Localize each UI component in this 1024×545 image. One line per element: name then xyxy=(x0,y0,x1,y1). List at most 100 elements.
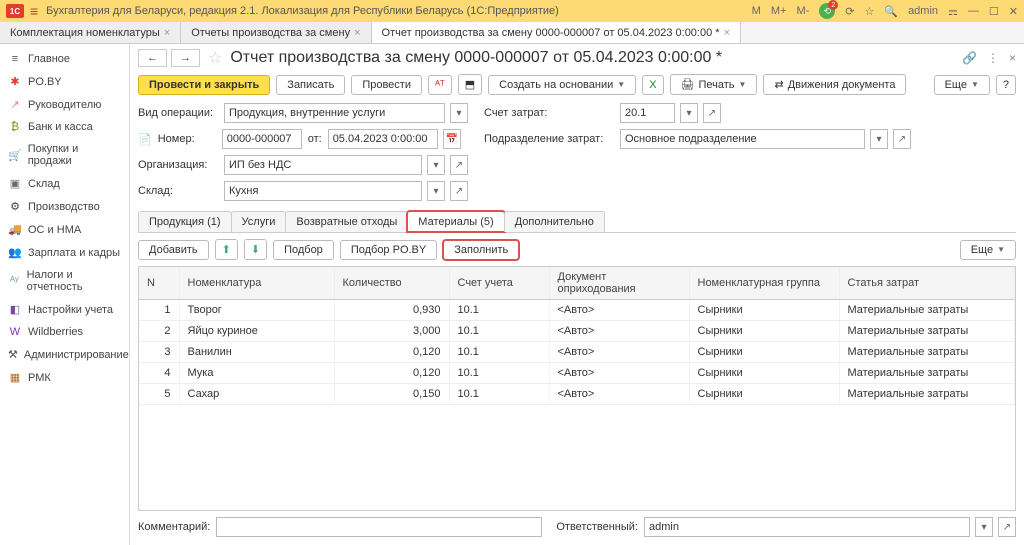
tab-komplektaciya[interactable]: Комплектация номенклатуры× xyxy=(0,22,181,43)
open-icon[interactable]: ↗ xyxy=(450,181,468,201)
col-kol[interactable]: Количество xyxy=(334,267,449,300)
eshche-button[interactable]: Еще▼ xyxy=(934,75,990,95)
user-label[interactable]: admin xyxy=(908,5,938,17)
sidebar-item[interactable]: WWildberries xyxy=(0,321,129,343)
provesti-button[interactable]: Провести xyxy=(351,75,422,95)
sidebar-item[interactable]: ▦РМК xyxy=(0,366,129,389)
excel-icon[interactable]: X xyxy=(642,75,663,95)
date-input[interactable]: 05.04.2023 0:00:00 xyxy=(328,129,438,149)
col-schet[interactable]: Счет учета xyxy=(449,267,549,300)
sidebar-item[interactable]: ≡Главное xyxy=(0,48,129,70)
sklad-input[interactable]: Кухня xyxy=(224,181,422,201)
sidebar-item-label: Зарплата и кадры xyxy=(28,247,120,259)
nomer-input[interactable]: 0000-000007 xyxy=(222,129,302,149)
dropdown-icon[interactable]: ▾ xyxy=(870,129,888,149)
doctab[interactable]: Дополнительно xyxy=(504,211,605,232)
table-row[interactable]: 4Мука0,12010.1<Авто>СырникиМатериальные … xyxy=(139,363,1015,384)
dtkt-icon[interactable]: ᴬᵀ xyxy=(428,75,452,95)
mminus-button[interactable]: M- xyxy=(796,5,809,17)
doctab[interactable]: Услуги xyxy=(231,211,287,232)
col-nom[interactable]: Номенклатура xyxy=(179,267,334,300)
dropdown-icon[interactable]: ▾ xyxy=(427,181,445,201)
pechat-button[interactable]: 🖨 Печать▼ xyxy=(670,74,758,95)
table-row[interactable]: 1Творог0,93010.1<Авто>СырникиМатериальны… xyxy=(139,300,1015,321)
dropdown-icon[interactable]: ▾ xyxy=(680,103,698,123)
settings-icon[interactable]: ⚎ xyxy=(948,5,958,18)
favorites-icon[interactable]: ☆ xyxy=(864,5,874,18)
org-input[interactable]: ИП без НДС xyxy=(224,155,422,175)
tab-otchet-active[interactable]: Отчет производства за смену 0000-000007 … xyxy=(372,22,741,43)
sidebar-item[interactable]: ▣Склад xyxy=(0,172,129,195)
eshche-sub-button[interactable]: Еще▼ xyxy=(960,240,1016,260)
doctab[interactable]: Продукция (1) xyxy=(138,211,232,232)
move-down-icon[interactable]: ⬇ xyxy=(244,239,267,260)
help-button[interactable]: ? xyxy=(996,75,1016,95)
podbor-button[interactable]: Подбор xyxy=(273,240,334,260)
schet-input[interactable]: 20.1 xyxy=(620,103,675,123)
search-icon[interactable]: 🔍 xyxy=(884,5,898,18)
table-row[interactable]: 2Яйцо куриное3,00010.1<Авто>СырникиМатер… xyxy=(139,321,1015,342)
zapolnit-button[interactable]: Заполнить xyxy=(443,240,519,260)
dropdown-icon[interactable]: ▾ xyxy=(427,155,445,175)
titlebar: 1C ≡ Бухгалтерия для Беларуси, редакция … xyxy=(0,0,1024,22)
dvizheniya-button[interactable]: ⇄ Движения документа xyxy=(763,74,906,95)
sidebar: ≡Главное✱PO.BY↗Руководителю₿Банк и касса… xyxy=(0,44,130,545)
sidebar-item[interactable]: ↗Руководителю xyxy=(0,93,129,116)
history-icon[interactable]: ⟳ xyxy=(845,5,854,18)
sidebar-item[interactable]: ᴬʸНалоги и отчетность xyxy=(0,264,129,298)
zapisat-button[interactable]: Записать xyxy=(276,75,345,95)
col-grp[interactable]: Номенклатурная группа xyxy=(689,267,839,300)
open-icon[interactable]: ↗ xyxy=(998,517,1016,537)
col-dok[interactable]: Документ оприходования xyxy=(549,267,689,300)
table-row[interactable]: 5Сахар0,15010.1<Авто>СырникиМатериальные… xyxy=(139,384,1015,405)
mplus-button[interactable]: M+ xyxy=(771,5,787,17)
podr-input[interactable]: Основное подразделение xyxy=(620,129,865,149)
tab-close-icon[interactable]: × xyxy=(354,27,360,39)
dobavit-button[interactable]: Добавить xyxy=(138,240,209,260)
comment-input[interactable] xyxy=(216,517,542,537)
podbor-poby-button[interactable]: Подбор PO.BY xyxy=(340,240,437,260)
move-up-icon[interactable]: ⬆ xyxy=(215,239,238,260)
sidebar-item[interactable]: ⚒Администрирование xyxy=(0,343,129,366)
back-button[interactable]: ← xyxy=(138,49,167,67)
open-icon[interactable]: ↗ xyxy=(703,103,721,123)
notifications-badge[interactable]: ⟲ xyxy=(819,3,835,19)
col-stat[interactable]: Статья затрат xyxy=(839,267,1015,300)
sidebar-item[interactable]: 🚚ОС и НМА xyxy=(0,218,129,241)
calendar-icon[interactable]: 📅 xyxy=(443,129,461,149)
open-icon[interactable]: ↗ xyxy=(450,155,468,175)
doctab[interactable]: Возвратные отходы xyxy=(285,211,408,232)
col-n[interactable]: N xyxy=(139,267,179,300)
close-doc-icon[interactable]: × xyxy=(1009,51,1016,65)
resp-input[interactable]: admin xyxy=(644,517,970,537)
close-icon[interactable]: ✕ xyxy=(1009,5,1018,18)
dropdown-icon[interactable]: ▾ xyxy=(450,103,468,123)
dropdown-icon[interactable]: ▾ xyxy=(975,517,993,537)
structure-icon[interactable]: ⬒ xyxy=(458,74,482,95)
tab-close-icon[interactable]: × xyxy=(724,27,730,39)
forward-button[interactable]: → xyxy=(171,49,200,67)
m-button[interactable]: M xyxy=(752,5,761,17)
minimize-icon[interactable]: — xyxy=(968,5,979,17)
open-icon[interactable]: ↗ xyxy=(893,129,911,149)
provesti-zakryt-button[interactable]: Провести и закрыть xyxy=(138,75,270,95)
table-row[interactable]: 3Ванилин0,12010.1<Авто>СырникиМатериальн… xyxy=(139,342,1015,363)
menu-icon[interactable]: ≡ xyxy=(30,3,38,19)
tab-otchety[interactable]: Отчеты производства за смену× xyxy=(181,22,371,43)
kebab-icon[interactable]: ⋮ xyxy=(987,51,999,65)
maximize-icon[interactable]: ☐ xyxy=(989,5,999,18)
sozdat-button[interactable]: Создать на основании▼ xyxy=(488,75,636,95)
sidebar-item[interactable]: ✱PO.BY xyxy=(0,70,129,93)
doctab[interactable]: Материалы (5) xyxy=(407,211,504,232)
vid-input[interactable]: Продукция, внутренние услуги xyxy=(224,103,445,123)
sidebar-item[interactable]: ⚙Производство xyxy=(0,195,129,218)
sidebar-icon: ▦ xyxy=(8,371,22,384)
link-icon[interactable]: 🔗 xyxy=(962,51,977,65)
star-icon[interactable]: ☆ xyxy=(208,48,222,68)
sidebar-item[interactable]: ₿Банк и касса xyxy=(0,116,129,138)
sidebar-item[interactable]: ◧Настройки учета xyxy=(0,298,129,321)
tab-close-icon[interactable]: × xyxy=(164,27,170,39)
resp-label: Ответственный: xyxy=(556,521,638,533)
sidebar-item[interactable]: 🛒Покупки и продажи xyxy=(0,138,129,172)
sidebar-item[interactable]: 👥Зарплата и кадры xyxy=(0,241,129,264)
